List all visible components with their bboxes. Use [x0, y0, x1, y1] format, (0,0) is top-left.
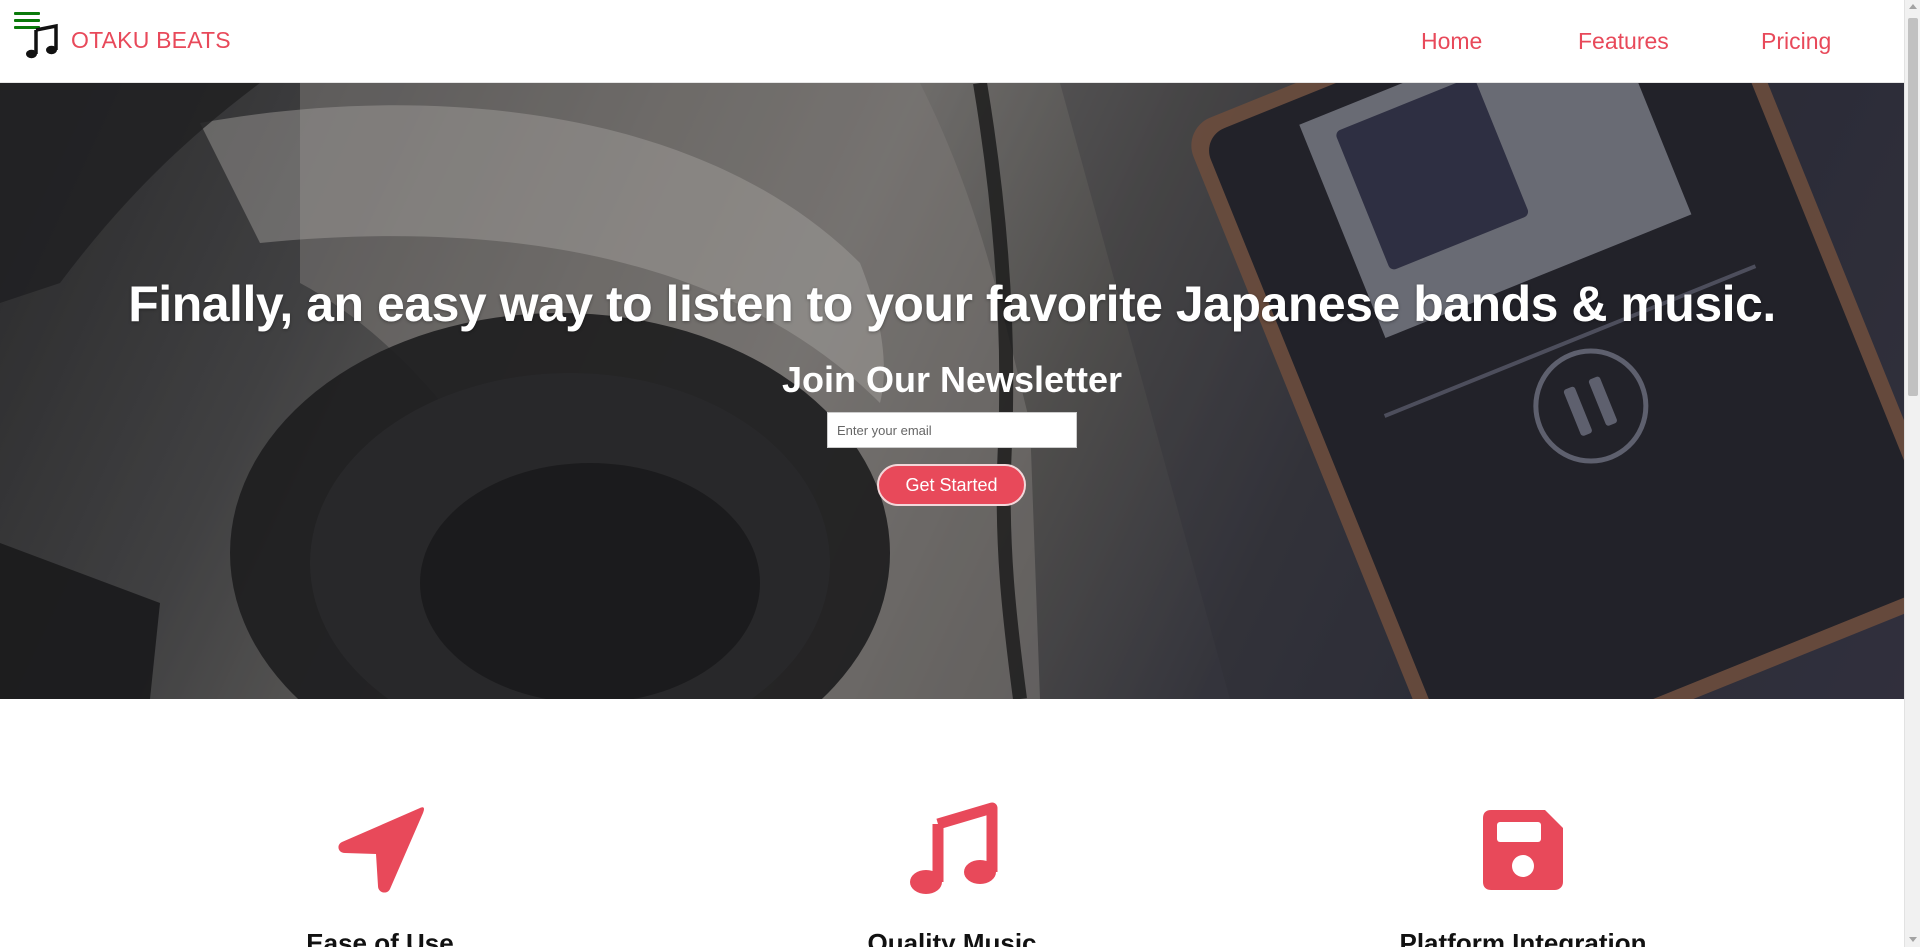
email-input[interactable] [827, 412, 1077, 448]
save-icon [1483, 810, 1563, 890]
location-arrow-icon [338, 807, 424, 893]
get-started-button[interactable]: Get Started [877, 464, 1026, 506]
feature-ease-of-use: Ease of Use [170, 800, 590, 947]
scroll-down-arrow-icon[interactable] [1909, 937, 1917, 942]
music-icon [910, 802, 998, 894]
vertical-scrollbar[interactable] [1904, 0, 1920, 947]
feature-title: Platform Integration [1399, 928, 1647, 947]
site-header: OTAKU BEATS Home Features Pricing [0, 0, 1904, 83]
nav-link-pricing[interactable]: Pricing [1761, 28, 1831, 55]
feature-title: Quality Music [867, 928, 1037, 947]
page: OTAKU BEATS Home Features Pricing Finall… [0, 0, 1920, 947]
newsletter-title: Join Our Newsletter [781, 359, 1123, 400]
nav-link-features[interactable]: Features [1578, 28, 1669, 55]
hero-section: Finally, an easy way to listen to your f… [0, 83, 1904, 699]
hero-title: Finally, an easy way to listen to your f… [128, 276, 1776, 332]
feature-title: Ease of Use [306, 928, 454, 947]
feature-platform-integration: Platform Integration [1313, 800, 1733, 947]
nav-link-home[interactable]: Home [1421, 28, 1482, 55]
scrollbar-thumb[interactable] [1908, 18, 1918, 396]
brand-logo-text[interactable]: OTAKU BEATS [71, 27, 231, 54]
scroll-up-arrow-icon[interactable] [1909, 4, 1917, 9]
music-note-logo-icon [26, 23, 58, 59]
feature-quality-music: Quality Music [742, 800, 1162, 947]
